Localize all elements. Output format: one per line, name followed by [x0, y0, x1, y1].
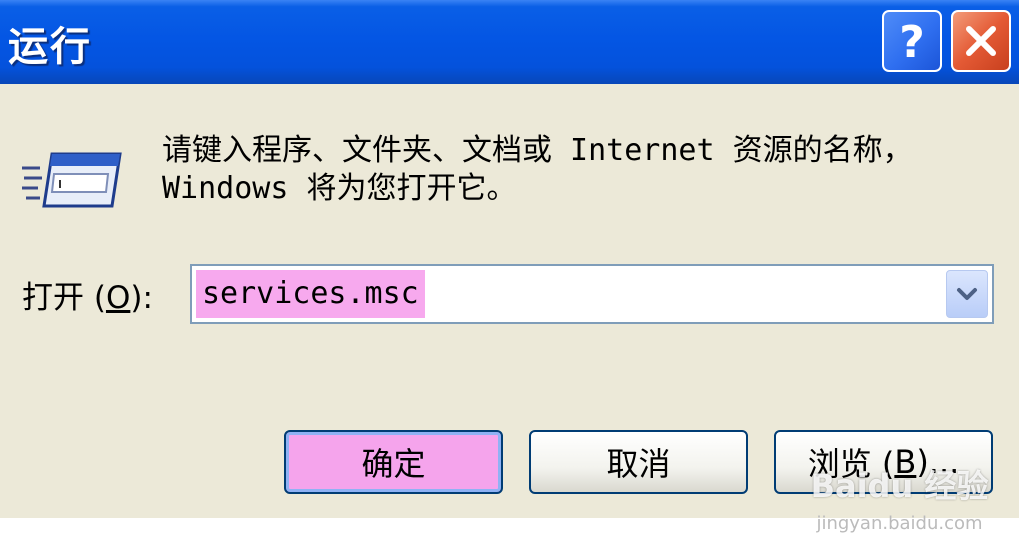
open-label-suffix: ): [130, 280, 153, 316]
open-field-label: 打开 (O): [22, 272, 153, 317]
close-button[interactable] [951, 10, 1011, 72]
open-label-accel: O [105, 280, 131, 316]
prompt-text: 请键入程序、文件夹、文档或 Internet 资源的名称，Windows 将为您… [162, 133, 913, 206]
run-dialog: 运行 ? 请键入程序、文件夹、文档或 Internet 资源的名称，Window… [0, 0, 1019, 518]
svg-text:?: ? [899, 17, 925, 65]
open-combobox[interactable]: services.msc [190, 264, 994, 324]
help-button[interactable]: ? [882, 10, 942, 72]
browse-label-accel: B [894, 443, 917, 481]
open-label-prefix: 打开 ( [22, 280, 106, 316]
combo-dropdown-button[interactable] [946, 270, 988, 318]
title-bar[interactable]: 运行 ? [0, 0, 1019, 84]
browse-label-suffix: )... [916, 443, 960, 481]
ok-button[interactable]: 确定 [284, 430, 503, 494]
browse-label-prefix: 浏览 ( [807, 445, 895, 483]
chevron-down-icon [957, 288, 977, 300]
window-title: 运行 [8, 24, 92, 70]
open-input-value[interactable]: services.msc [196, 270, 425, 318]
run-program-icon [22, 152, 122, 208]
help-icon: ? [899, 17, 925, 65]
close-icon [966, 26, 996, 56]
browse-button[interactable]: 浏览 (B)... [774, 430, 993, 494]
cancel-button[interactable]: 取消 [529, 430, 748, 494]
